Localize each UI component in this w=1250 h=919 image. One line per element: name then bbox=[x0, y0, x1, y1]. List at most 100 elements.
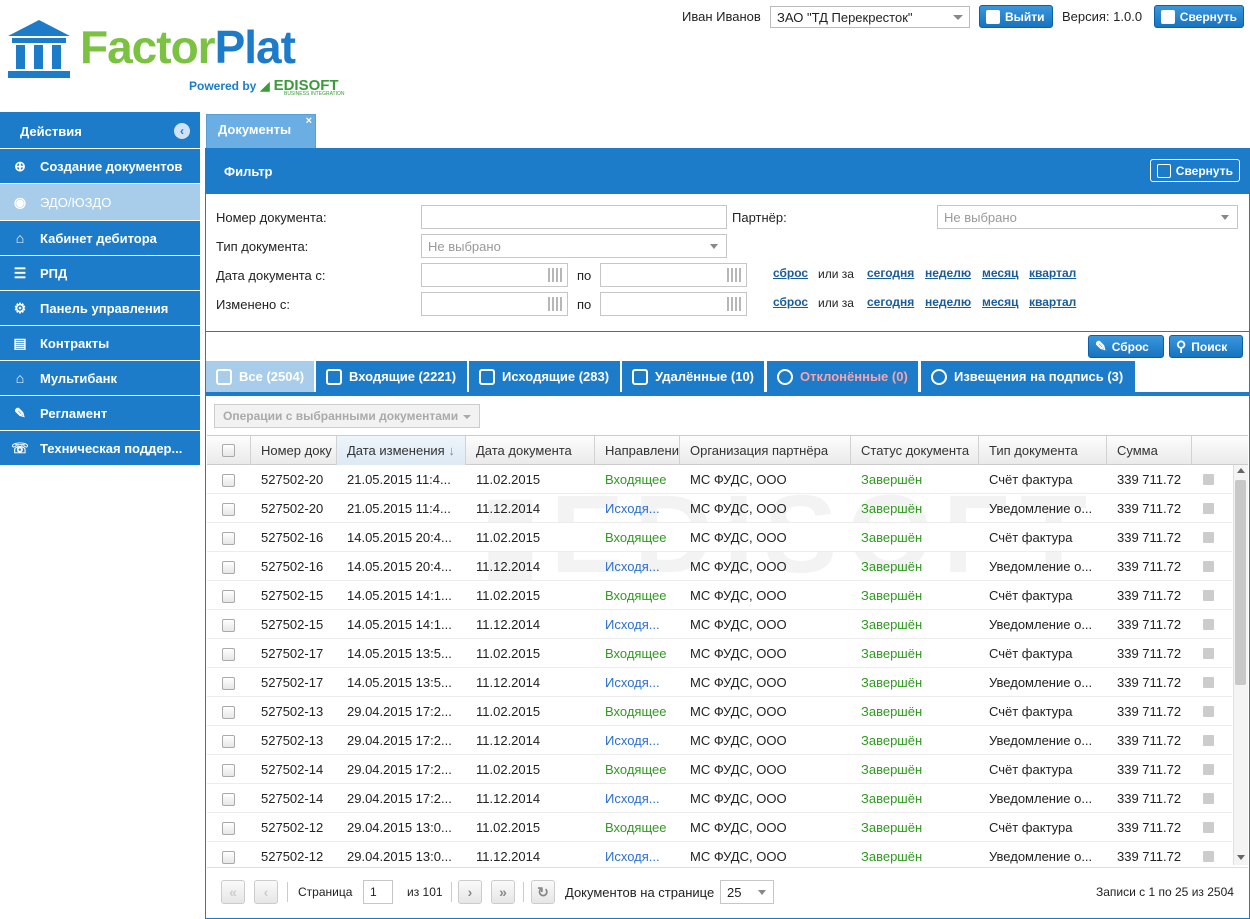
changed-week-link[interactable]: неделю bbox=[925, 295, 971, 309]
page-input[interactable]: 1 bbox=[363, 880, 393, 904]
row-checkbox[interactable] bbox=[222, 561, 235, 574]
scroll-down-icon[interactable] bbox=[1237, 855, 1245, 860]
collapse-filter-button[interactable]: Свернуть bbox=[1150, 159, 1240, 182]
sidebar-item-edo[interactable]: ◉ ЭДО/ЮЗДО bbox=[0, 184, 200, 221]
per-page-select[interactable]: 25 bbox=[720, 880, 774, 904]
sidebar-item-create-docs[interactable]: ⊕ Создание документов bbox=[0, 149, 200, 184]
table-row[interactable]: 527502-13 29.04.2015 17:2... 11.12.2014 Исх… bbox=[207, 726, 1232, 755]
search-button[interactable]: ⚲ Поиск bbox=[1169, 335, 1243, 358]
table-row[interactable]: 527502-16 14.05.2015 20:4... 11.12.2014 Исх… bbox=[207, 552, 1232, 581]
tab-incoming[interactable]: Входящие (2221) bbox=[316, 361, 467, 392]
operations-dropdown[interactable]: Операции с выбранными документами bbox=[214, 404, 480, 428]
delete-icon[interactable] bbox=[1203, 561, 1214, 572]
row-checkbox[interactable] bbox=[222, 590, 235, 603]
doc-date-quarter-link[interactable]: квартал bbox=[1029, 266, 1076, 280]
col-status[interactable]: Статус документа bbox=[851, 436, 979, 465]
col-doc-type[interactable]: Тип документа bbox=[979, 436, 1107, 465]
delete-icon[interactable] bbox=[1203, 532, 1214, 543]
scrollbar-thumb[interactable] bbox=[1235, 480, 1246, 685]
tab-documents[interactable]: Документы × bbox=[206, 114, 316, 148]
changed-to-input[interactable] bbox=[600, 292, 747, 316]
tab-sign-notices[interactable]: Извещения на подпись (3) bbox=[921, 361, 1135, 392]
tab-outgoing[interactable]: Исходящие (283) bbox=[469, 361, 620, 392]
doc-date-week-link[interactable]: неделю bbox=[925, 266, 971, 280]
col-partner[interactable]: Организация партнёра bbox=[680, 436, 851, 465]
changed-today-link[interactable]: сегодня bbox=[867, 295, 914, 309]
doc-date-today-link[interactable]: сегодня bbox=[867, 266, 914, 280]
next-page-button[interactable]: › bbox=[458, 880, 482, 904]
row-checkbox[interactable] bbox=[222, 474, 235, 487]
row-checkbox[interactable] bbox=[222, 851, 235, 864]
table-row[interactable]: 527502-14 29.04.2015 17:2... 11.02.2015 Вхо… bbox=[207, 755, 1232, 784]
row-checkbox[interactable] bbox=[222, 793, 235, 806]
table-row[interactable]: 527502-20 21.05.2015 11:4... 11.02.2015 Вхо… bbox=[207, 465, 1232, 494]
col-doc-date[interactable]: Дата документа bbox=[466, 436, 595, 465]
table-row[interactable]: 527502-15 14.05.2015 14:1... 11.02.2015 Вхо… bbox=[207, 581, 1232, 610]
doc-date-from-input[interactable] bbox=[421, 263, 568, 287]
changed-quarter-link[interactable]: квартал bbox=[1029, 295, 1076, 309]
row-checkbox[interactable] bbox=[222, 706, 235, 719]
col-sum[interactable]: Сумма bbox=[1107, 436, 1192, 465]
col-doc-number[interactable]: Номер доку bbox=[251, 436, 337, 465]
scroll-up-icon[interactable] bbox=[1237, 468, 1245, 473]
table-row[interactable]: 527502-17 14.05.2015 13:5... 11.02.2015 Вхо… bbox=[207, 639, 1232, 668]
prev-page-button[interactable]: ‹ bbox=[254, 880, 278, 904]
doc-type-select[interactable]: Не выбрано bbox=[421, 234, 727, 258]
logout-button[interactable]: Выйти bbox=[979, 5, 1053, 28]
sidebar-item-debtor[interactable]: ⌂ Кабинет дебитора bbox=[0, 221, 200, 256]
last-page-button[interactable]: » bbox=[491, 880, 515, 904]
refresh-button[interactable]: ↻ bbox=[531, 880, 555, 904]
tab-rejected[interactable]: Отклонённые (0) bbox=[767, 361, 918, 392]
calendar-icon[interactable] bbox=[548, 268, 563, 282]
sidebar-item-support[interactable]: ☏ Техническая поддер... bbox=[0, 431, 200, 466]
first-page-button[interactable]: « bbox=[221, 880, 245, 904]
tab-deleted[interactable]: Удалённые (10) bbox=[622, 361, 764, 392]
partner-select[interactable]: Не выбрано bbox=[937, 205, 1238, 229]
calendar-icon[interactable] bbox=[727, 297, 742, 311]
row-checkbox[interactable] bbox=[222, 822, 235, 835]
doc-number-input[interactable] bbox=[421, 205, 727, 229]
delete-icon[interactable] bbox=[1203, 793, 1214, 804]
sidebar-item-contracts[interactable]: ▤ Контракты bbox=[0, 326, 200, 361]
row-checkbox[interactable] bbox=[222, 764, 235, 777]
delete-icon[interactable] bbox=[1203, 619, 1214, 630]
company-select[interactable]: ЗАО "ТД Перекресток" bbox=[770, 6, 970, 28]
table-row[interactable]: 527502-14 29.04.2015 17:2... 11.12.2014 Исх… bbox=[207, 784, 1232, 813]
doc-date-to-input[interactable] bbox=[600, 263, 747, 287]
sidebar-item-control-panel[interactable]: ⚙ Панель управления bbox=[0, 291, 200, 326]
delete-icon[interactable] bbox=[1203, 735, 1214, 746]
collapse-header-button[interactable]: Свернуть bbox=[1154, 5, 1244, 28]
table-row[interactable]: 527502-20 21.05.2015 11:4... 11.12.2014 Исх… bbox=[207, 494, 1232, 523]
col-changed-date[interactable]: Дата изменения ↓ bbox=[337, 436, 466, 465]
reset-changed-link[interactable]: сброс bbox=[773, 295, 808, 309]
col-direction[interactable]: Направлени bbox=[595, 436, 680, 465]
table-row[interactable]: 527502-17 14.05.2015 13:5... 11.12.2014 Исх… bbox=[207, 668, 1232, 697]
table-row[interactable]: 527502-12 29.04.2015 13:0... 11.12.2014 Исх… bbox=[207, 842, 1232, 866]
table-row[interactable]: 527502-13 29.04.2015 17:2... 11.02.2015 Вхо… bbox=[207, 697, 1232, 726]
close-icon[interactable]: × bbox=[306, 115, 312, 127]
delete-icon[interactable] bbox=[1203, 764, 1214, 775]
delete-icon[interactable] bbox=[1203, 706, 1214, 717]
delete-icon[interactable] bbox=[1203, 503, 1214, 514]
delete-icon[interactable] bbox=[1203, 822, 1214, 833]
row-checkbox[interactable] bbox=[222, 677, 235, 690]
doc-date-month-link[interactable]: месяц bbox=[982, 266, 1018, 280]
delete-icon[interactable] bbox=[1203, 648, 1214, 659]
table-row[interactable]: 527502-12 29.04.2015 13:0... 11.02.2015 Вхо… bbox=[207, 813, 1232, 842]
sidebar-item-rpd[interactable]: ☰ РПД bbox=[0, 256, 200, 291]
reset-button[interactable]: ✎ Сброс bbox=[1088, 335, 1164, 358]
delete-icon[interactable] bbox=[1203, 677, 1214, 688]
row-checkbox[interactable] bbox=[222, 648, 235, 661]
calendar-icon[interactable] bbox=[548, 297, 563, 311]
row-checkbox[interactable] bbox=[222, 532, 235, 545]
select-all-checkbox[interactable] bbox=[222, 444, 235, 457]
collapse-sidebar-icon[interactable]: ‹ bbox=[174, 123, 190, 139]
sidebar-item-multibank[interactable]: ⌂ Мультибанк bbox=[0, 361, 200, 396]
sidebar-item-reglament[interactable]: ✎ Регламент bbox=[0, 396, 200, 431]
table-row[interactable]: 527502-16 14.05.2015 20:4... 11.02.2015 Вхо… bbox=[207, 523, 1232, 552]
changed-month-link[interactable]: месяц bbox=[982, 295, 1018, 309]
row-checkbox[interactable] bbox=[222, 735, 235, 748]
calendar-icon[interactable] bbox=[727, 268, 742, 282]
row-checkbox[interactable] bbox=[222, 619, 235, 632]
table-row[interactable]: 527502-15 14.05.2015 14:1... 11.12.2014 Исх… bbox=[207, 610, 1232, 639]
